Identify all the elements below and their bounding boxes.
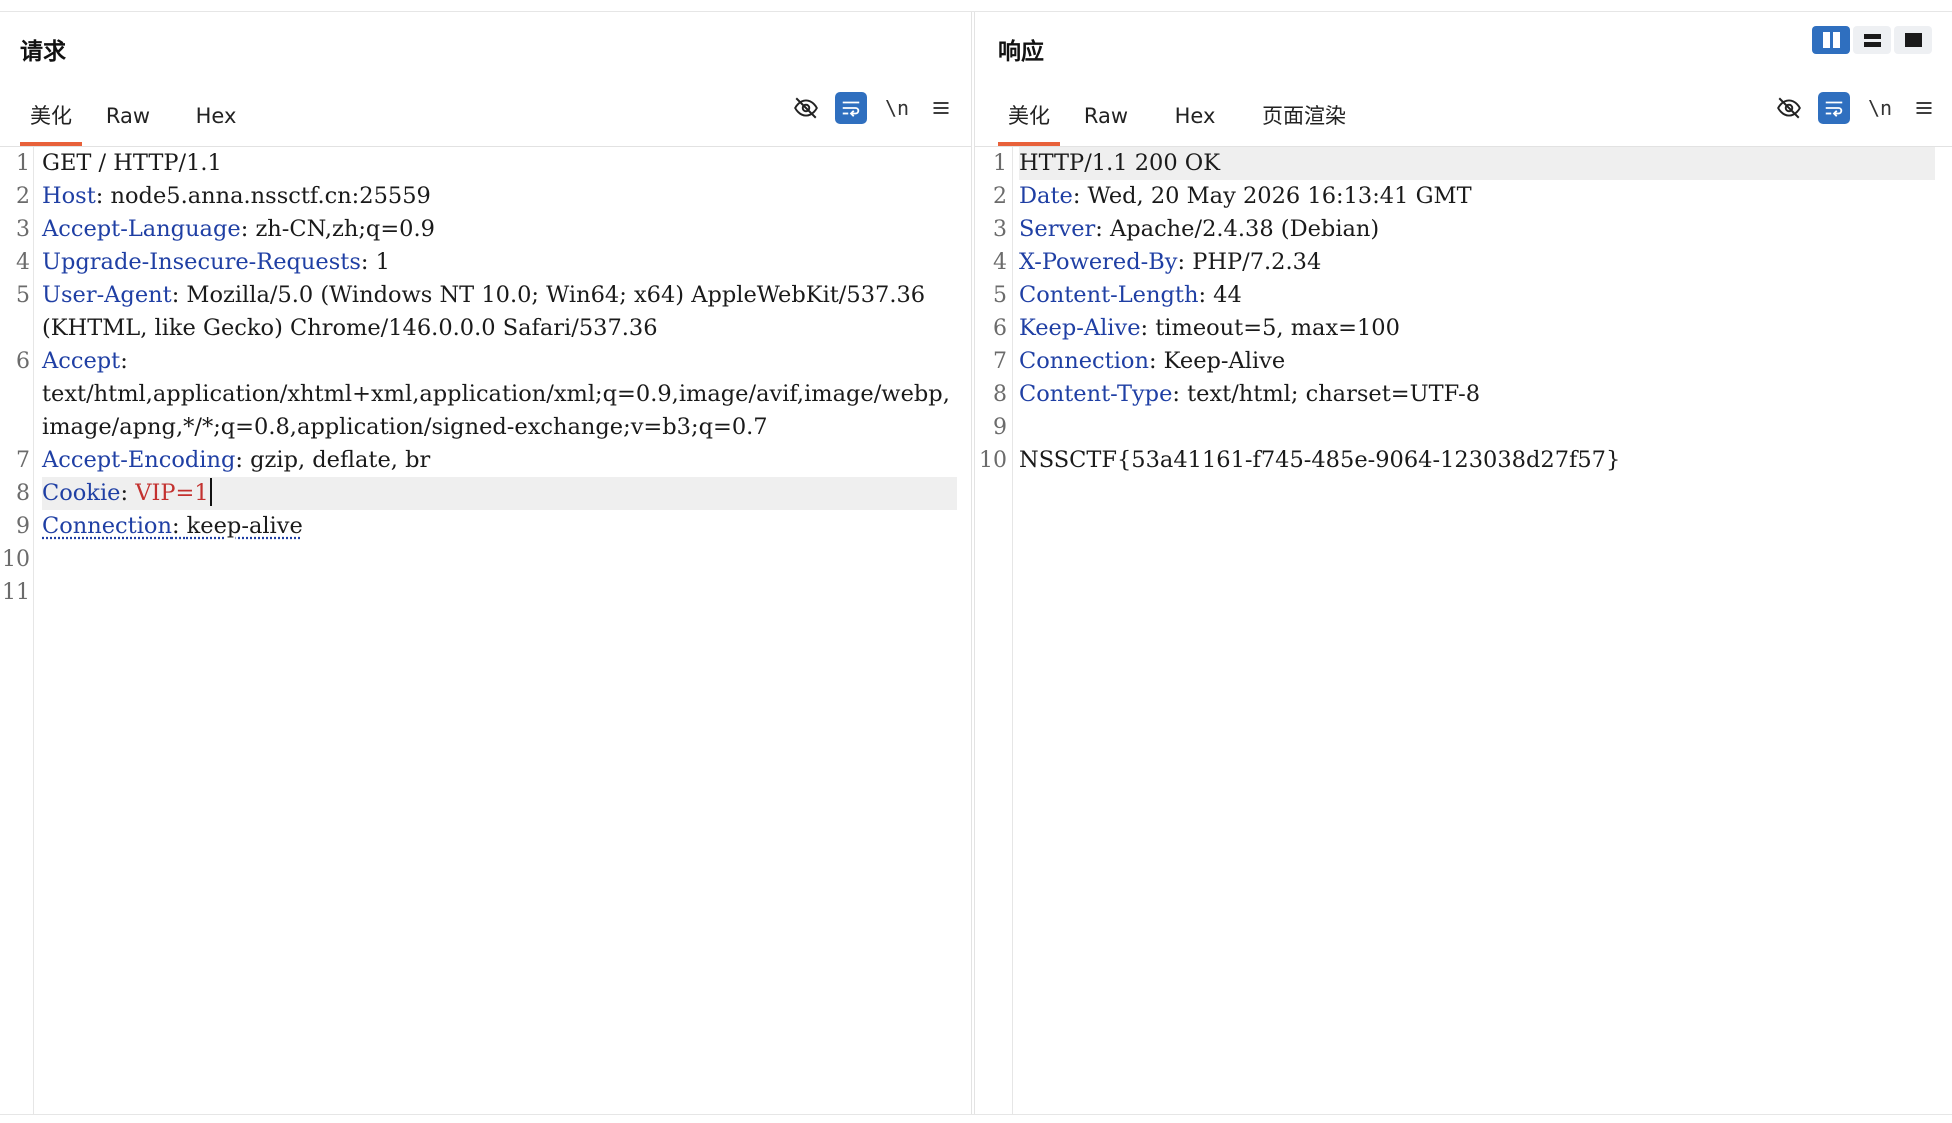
code-line: 4 Upgrade-Insecure-Requests: 1: [16, 249, 390, 275]
code-line: 7 Connection: Keep-Alive: [993, 348, 1286, 374]
code-line: 2 Host: node5.anna.nssctf.cn:25559: [16, 183, 431, 209]
flag-line: 10 NSSCTF{53a41161-f745-485e-9064-123038d…: [979, 447, 1621, 473]
layout-single-icon[interactable]: [1894, 26, 1932, 54]
tab-hex[interactable]: Hex: [1171, 90, 1219, 142]
newline-icon[interactable]: \n: [1864, 92, 1896, 124]
code-line: 6 Accept: text/html,application/xhtml+xml,…: [16, 348, 950, 440]
wrap-icon[interactable]: [835, 92, 867, 124]
layout-split-icon[interactable]: [1812, 26, 1850, 54]
newline-icon[interactable]: \n: [881, 92, 913, 124]
code-line: 10​: [2, 547, 30, 572]
code-line: 8 Content-Type: text/html; charset=UTF-8: [993, 381, 1481, 407]
code-line: 1 GET / HTTP/1.1: [16, 150, 222, 176]
eye-off-icon[interactable]: [790, 92, 822, 124]
code-line-current: 8 Cookie: VIP=1: [16, 477, 957, 510]
layout-switcher: [1812, 26, 1936, 56]
tab-pretty[interactable]: 美化: [998, 90, 1060, 146]
cookie-value: VIP=1: [135, 480, 209, 506]
tab-raw[interactable]: Raw: [1080, 90, 1132, 142]
code-line: 4 X-Powered-By: PHP/7.2.34: [993, 249, 1322, 275]
response-pane: 响应 美化 Raw Hex 页面渲染 \n 1 HTTP/1.1 200 OK …: [974, 12, 1952, 1114]
code-line: 5 Content-Length: 44: [993, 282, 1242, 308]
top-border: [0, 0, 1952, 12]
request-pane: 请求 美化 Raw Hex \n 1 GET / HTTP/1.1 2 Host: …: [0, 12, 972, 1114]
code-line: 6 Keep-Alive: timeout=5, max=100: [993, 315, 1400, 341]
request-title: 请求: [20, 39, 66, 65]
response-toolbar: \n: [1773, 92, 1943, 136]
code-line: 7 Accept-Encoding: gzip, deflate, br: [16, 447, 431, 473]
code-line: 9 Connection: keep-alive: [16, 513, 303, 539]
request-editor[interactable]: 1 GET / HTTP/1.1 2 Host: node5.anna.nssctf…: [0, 147, 971, 1114]
menu-icon[interactable]: [1908, 92, 1940, 124]
code-line: 11​: [2, 580, 30, 605]
request-toolbar: \n: [790, 92, 960, 136]
code-line: 9​: [993, 415, 1007, 440]
tab-pretty[interactable]: 美化: [20, 90, 82, 146]
menu-icon[interactable]: [925, 92, 957, 124]
tab-render[interactable]: 页面渲染: [1258, 90, 1350, 142]
response-code[interactable]: 1 HTTP/1.1 200 OK 2 Date: Wed, 20 May 2026…: [979, 147, 1935, 477]
text-caret: [209, 478, 212, 506]
code-line: 2 Date: Wed, 20 May 2026 16:13:41 GMT: [993, 183, 1472, 209]
response-title: 响应: [998, 39, 1044, 65]
code-line: 3 Accept-Language: zh-CN,zh;q=0.9: [16, 216, 435, 242]
layout-stack-icon[interactable]: [1853, 26, 1891, 54]
response-editor[interactable]: 1 HTTP/1.1 200 OK 2 Date: Wed, 20 May 2026…: [975, 147, 1952, 1114]
eye-off-icon[interactable]: [1773, 92, 1805, 124]
code-line: 5 User-Agent: Mozilla/5.0 (Windows NT 10.…: [16, 282, 933, 341]
wrap-icon[interactable]: [1818, 92, 1850, 124]
tab-hex[interactable]: Hex: [192, 90, 240, 142]
code-line: 3 Server: Apache/2.4.38 (Debian): [993, 216, 1380, 242]
code-line-current: 1 HTTP/1.1 200 OK: [993, 147, 1935, 180]
tab-raw[interactable]: Raw: [102, 90, 154, 142]
request-code[interactable]: 1 GET / HTTP/1.1 2 Host: node5.anna.nssctf…: [2, 147, 957, 609]
